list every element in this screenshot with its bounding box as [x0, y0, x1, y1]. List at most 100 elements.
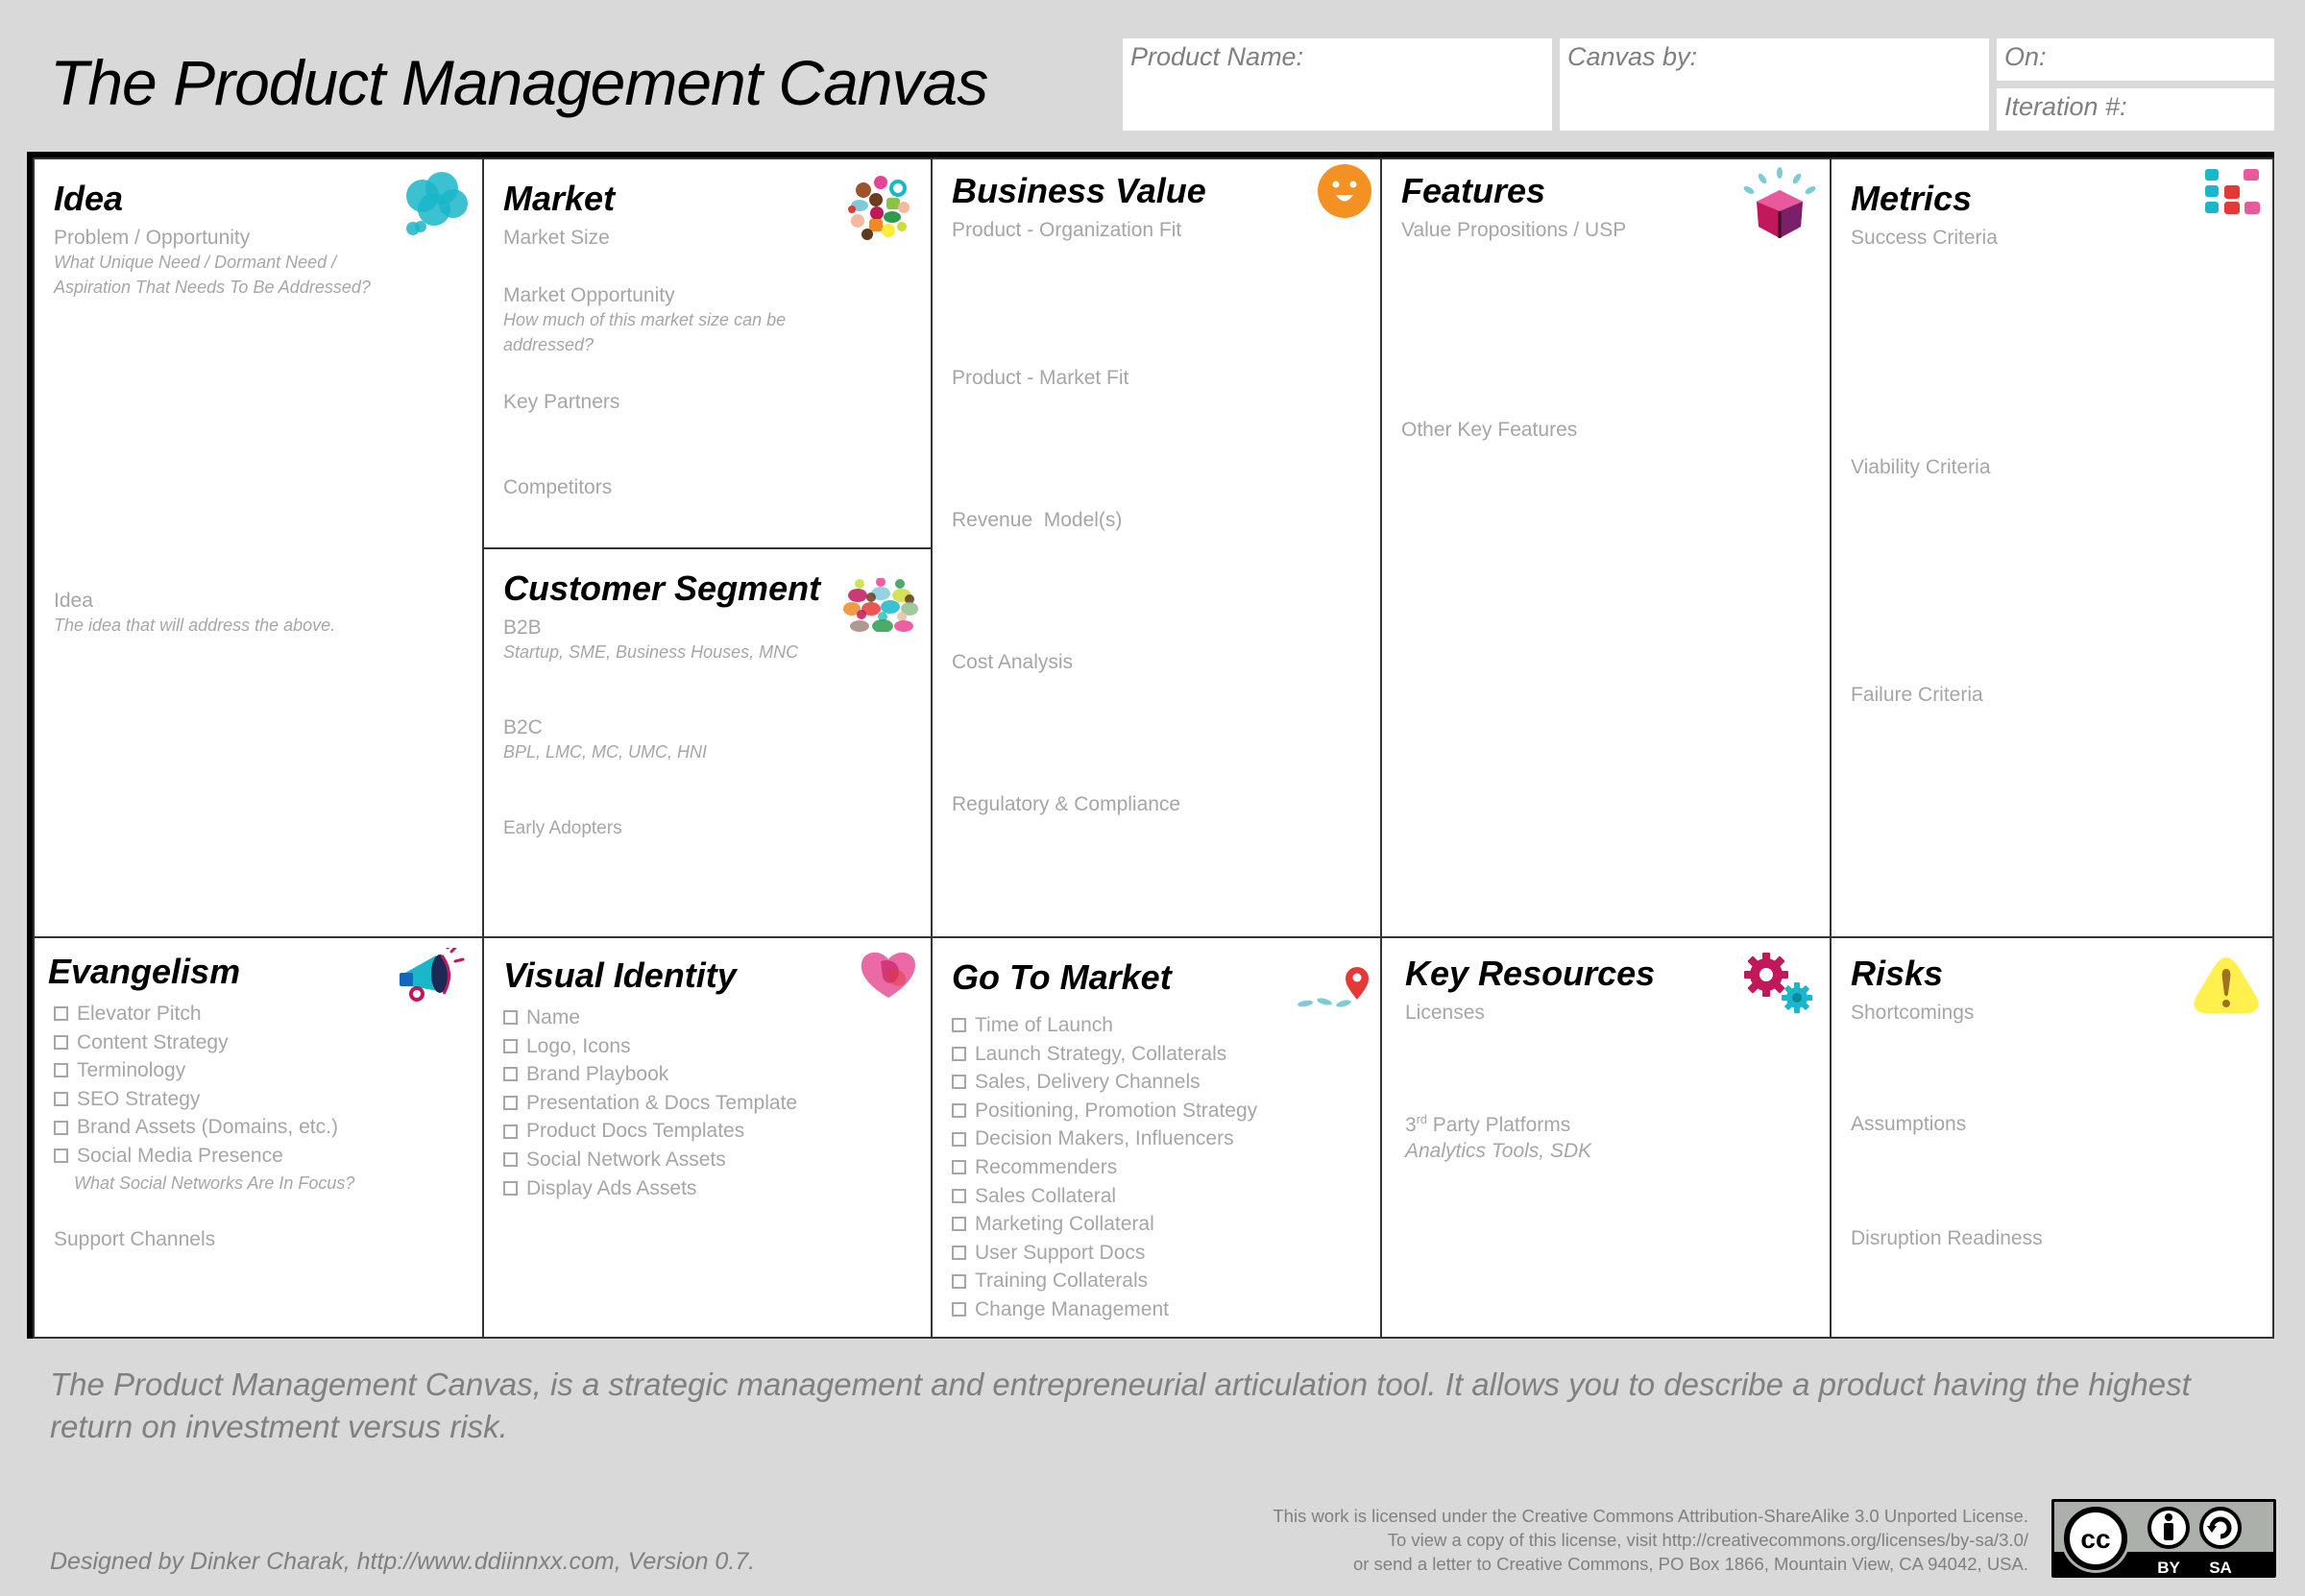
- page-title: The Product Management Canvas: [50, 47, 988, 118]
- checklist-item[interactable]: User Support Docs: [952, 1239, 1380, 1268]
- checkbox[interactable]: [952, 1131, 966, 1147]
- canvas-by-label: Canvas by:: [1567, 42, 1698, 71]
- assumptions-label: Assumptions: [1851, 1113, 1967, 1135]
- checklist-item[interactable]: Positioning, Promotion Strategy: [952, 1097, 1380, 1125]
- cell-features[interactable]: Features Value Propositions / USP Other …: [1380, 157, 1832, 938]
- people-group-icon: [843, 578, 918, 632]
- cc-text: cc: [2080, 1524, 2110, 1554]
- checkbox[interactable]: [54, 1034, 68, 1050]
- checklist-item[interactable]: Marketing Collateral: [952, 1210, 1380, 1239]
- cell-key-resources[interactable]: Key Resources Licenses 3rd Party Platfor…: [1380, 936, 1832, 1339]
- checklist-item[interactable]: Training Collaterals: [952, 1267, 1380, 1295]
- checklist-item[interactable]: Brand Playbook: [503, 1060, 931, 1089]
- checkbox[interactable]: [54, 1063, 68, 1078]
- product-name-field[interactable]: Product Name:: [1123, 38, 1552, 131]
- checkbox[interactable]: [952, 1046, 966, 1061]
- checkbox[interactable]: [503, 1067, 518, 1082]
- colorful-shapes-icon: [844, 171, 917, 244]
- business-value-item: Product - Organization Fit: [952, 219, 1182, 241]
- on-date-field[interactable]: On:: [1997, 38, 2274, 81]
- designer-credit: Designed by Dinker Charak, http://www.dd…: [50, 1548, 756, 1575]
- checklist-item[interactable]: Change Management: [952, 1295, 1380, 1324]
- checklist-item[interactable]: Sales Collateral: [952, 1182, 1380, 1211]
- checklist-item[interactable]: Social Network Assets: [503, 1146, 931, 1174]
- cell-business-value[interactable]: Business Value Product - Organization Fi…: [931, 157, 1382, 938]
- checklist-item[interactable]: Decision Makers, Influencers: [952, 1124, 1380, 1153]
- evangelism-checklist: Elevator Pitch Content Strategy Terminol…: [54, 1000, 482, 1171]
- key-partners-label: Key Partners: [503, 391, 620, 413]
- checklist-item[interactable]: Presentation & Docs Template: [503, 1089, 931, 1118]
- checkbox[interactable]: [503, 1180, 518, 1196]
- problem-hint: What Unique Need / Dormant Need /: [54, 253, 337, 272]
- checklist-item[interactable]: Sales, Delivery Channels: [952, 1068, 1380, 1097]
- problem-hint: Aspiration That Needs To Be Addressed?: [54, 278, 371, 297]
- canvas-description: The Product Management Canvas, is a stra…: [50, 1366, 2191, 1444]
- checkbox[interactable]: [952, 1018, 966, 1033]
- viability-criteria-label: Viability Criteria: [1851, 456, 1991, 478]
- checklist-item[interactable]: Brand Assets (Domains, etc.): [54, 1113, 482, 1142]
- checkbox[interactable]: [54, 1006, 68, 1022]
- cell-go-to-market[interactable]: Go To Market Time of Launch Launch Strat…: [931, 936, 1382, 1339]
- checklist-item[interactable]: Social Media Presence: [54, 1142, 482, 1171]
- checklist-item[interactable]: Name: [503, 1004, 931, 1032]
- visual-identity-checklist: Name Logo, Icons Brand Playbook Presenta…: [503, 1004, 931, 1202]
- checkbox[interactable]: [54, 1120, 68, 1135]
- checklist-item[interactable]: Time of Launch: [952, 1011, 1380, 1040]
- cell-metrics[interactable]: Metrics Success Criteria Viability Crite…: [1830, 157, 2274, 938]
- checkbox[interactable]: [952, 1245, 966, 1261]
- checklist-item[interactable]: SEO Strategy: [54, 1085, 482, 1114]
- checkbox[interactable]: [952, 1160, 966, 1175]
- checkbox[interactable]: [952, 1302, 966, 1318]
- cell-idea[interactable]: Idea Problem / Opportunity What Unique N…: [33, 157, 484, 938]
- business-value-item: Revenue Model(s): [952, 509, 1123, 531]
- other-features-label: Other Key Features: [1401, 419, 1578, 441]
- checkbox[interactable]: [503, 1096, 518, 1111]
- b2b-hint: Startup, SME, Business Houses, MNC: [503, 642, 799, 662]
- checklist-item[interactable]: Content Strategy: [54, 1028, 482, 1057]
- cc-by-sa-badge[interactable]: cc BY SA: [2051, 1499, 2276, 1578]
- checklist-item[interactable]: Display Ads Assets: [503, 1174, 931, 1203]
- disruption-readiness-label: Disruption Readiness: [1851, 1227, 2043, 1249]
- license-line: To view a copy of this license, visit ht…: [1387, 1530, 2028, 1550]
- checklist-item[interactable]: Terminology: [54, 1056, 482, 1085]
- heart-icon: [861, 952, 915, 998]
- dot-grid-icon: [2205, 169, 2260, 214]
- checklist-item[interactable]: Launch Strategy, Collaterals: [952, 1040, 1380, 1069]
- checkbox[interactable]: [952, 1273, 966, 1289]
- checkbox[interactable]: [503, 1124, 518, 1139]
- checkbox[interactable]: [952, 1188, 966, 1203]
- b2c-hint: BPL, LMC, MC, UMC, HNI: [503, 742, 708, 762]
- market-opportunity-hint: How much of this market size can be: [503, 310, 787, 329]
- checkbox[interactable]: [54, 1149, 68, 1164]
- checkbox[interactable]: [503, 1152, 518, 1168]
- checkbox[interactable]: [503, 1010, 518, 1026]
- iteration-field[interactable]: Iteration #:: [1997, 88, 2274, 131]
- checkbox[interactable]: [54, 1092, 68, 1107]
- support-channels-label: Support Channels: [54, 1228, 216, 1250]
- failure-criteria-label: Failure Criteria: [1851, 684, 1983, 706]
- checklist-item[interactable]: Logo, Icons: [503, 1032, 931, 1061]
- cell-market[interactable]: Market Market Size Market Opportunity Ho…: [482, 157, 933, 549]
- cell-evangelism[interactable]: Evangelism Elevator Pitch Content Strate…: [33, 936, 484, 1339]
- checkbox[interactable]: [952, 1103, 966, 1119]
- social-hint: What Social Networks Are In Focus?: [74, 1173, 355, 1193]
- cell-risks[interactable]: Risks Shortcomings Assumptions Disruptio…: [1830, 936, 2274, 1339]
- license-text: This work is licensed under the Creative…: [1273, 1504, 2028, 1576]
- cell-customer-segment[interactable]: Customer Segment B2B Startup, SME, Busin…: [482, 547, 933, 938]
- canvas-by-field[interactable]: Canvas by:: [1560, 38, 1989, 131]
- early-adopters-label: Early Adopters: [503, 818, 622, 838]
- market-opportunity-label: Market Opportunity: [503, 284, 675, 306]
- canvas-grid: Idea Problem / Opportunity What Unique N…: [27, 152, 2274, 1339]
- gem-cube-icon: [1743, 167, 1816, 238]
- checkbox[interactable]: [503, 1038, 518, 1053]
- cell-visual-identity[interactable]: Visual Identity Name Logo, Icons Brand P…: [482, 936, 933, 1339]
- sa-label: SA: [2209, 1559, 2232, 1577]
- idea-hint: The idea that will address the above.: [54, 616, 336, 635]
- checkbox[interactable]: [952, 1217, 966, 1232]
- checkbox[interactable]: [952, 1075, 966, 1090]
- idea-label: Idea: [54, 590, 93, 612]
- by-label: BY: [2157, 1559, 2180, 1577]
- share-alike-icon: [2199, 1507, 2242, 1549]
- checklist-item[interactable]: Product Docs Templates: [503, 1117, 931, 1146]
- checklist-item[interactable]: Recommenders: [952, 1153, 1380, 1182]
